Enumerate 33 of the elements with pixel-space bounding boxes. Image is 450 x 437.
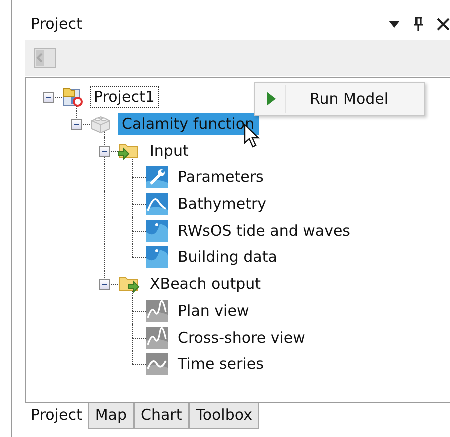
wave-icon xyxy=(146,246,168,268)
wrench-icon xyxy=(146,166,168,188)
pin-icon[interactable] xyxy=(414,17,423,31)
project-icon xyxy=(62,86,84,108)
close-icon[interactable] xyxy=(437,18,450,30)
tree-item[interactable]: Bathymetry xyxy=(174,193,271,216)
menu-item[interactable]: Run Model xyxy=(257,85,422,113)
tree-item[interactable]: Building data xyxy=(174,246,282,268)
collapse-toggle[interactable] xyxy=(99,279,110,290)
tree-item[interactable]: RWsOS tide and waves xyxy=(174,220,354,242)
tree-item[interactable]: Project1 xyxy=(90,86,159,108)
collapse-toggle[interactable] xyxy=(71,119,82,130)
collapse-toggle[interactable] xyxy=(43,92,54,104)
panel-tab[interactable]: Toolbox xyxy=(189,403,260,429)
play-icon xyxy=(266,92,276,106)
graph-icon xyxy=(146,326,168,349)
tree-item[interactable]: XBeach output xyxy=(146,273,265,296)
block-icon xyxy=(90,114,112,134)
graph-icon xyxy=(146,300,168,322)
tree-item[interactable]: Cross-shore view xyxy=(174,326,310,349)
tree-item[interactable]: Plan view xyxy=(174,300,254,322)
wave-icon xyxy=(146,220,168,242)
tree-item[interactable]: Calamity function xyxy=(118,113,259,136)
graph-icon xyxy=(146,353,168,376)
tree-item[interactable]: Input xyxy=(146,140,193,162)
panel-tab[interactable]: Map xyxy=(88,403,134,429)
collapse-toggle[interactable] xyxy=(99,146,110,157)
tree-item[interactable]: Parameters xyxy=(174,166,268,188)
panel-tab[interactable]: Chart xyxy=(134,403,190,429)
curve-icon xyxy=(146,193,168,216)
dropdown-icon[interactable] xyxy=(389,20,400,28)
panel-title: Project xyxy=(31,15,82,33)
tree-item[interactable]: Time series xyxy=(174,353,268,376)
